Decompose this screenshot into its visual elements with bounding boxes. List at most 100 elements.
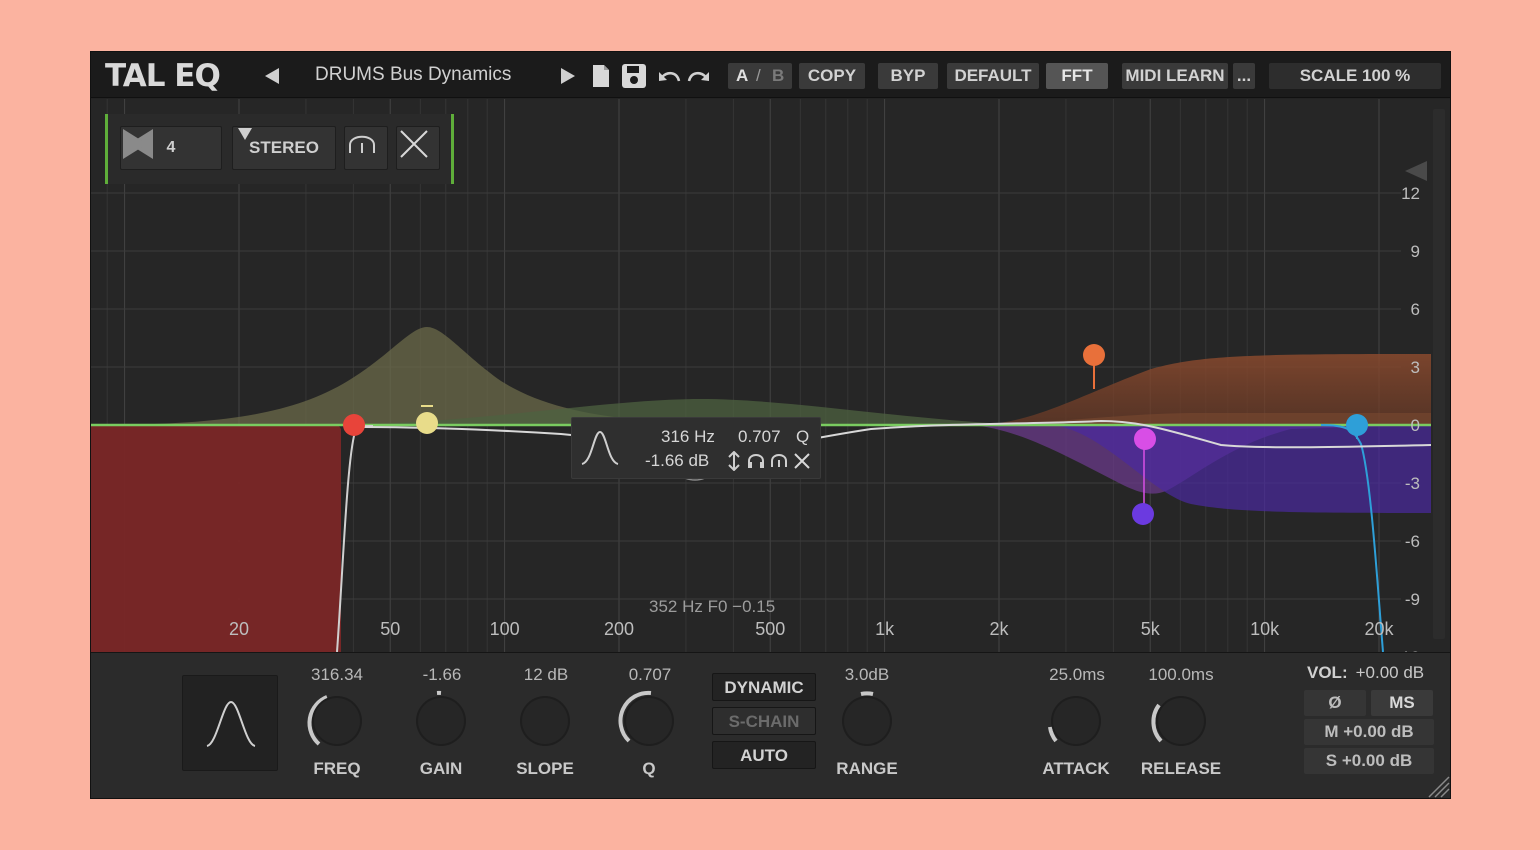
band7-node[interactable]	[1346, 414, 1368, 436]
freq-knob[interactable]	[305, 689, 369, 753]
band1-lowcut-area	[91, 426, 341, 652]
mid-gain-control[interactable]: M +0.00 dB	[1304, 719, 1434, 745]
undo-icon[interactable]	[657, 62, 683, 90]
control-panel: 316.34 FREQ -1.66 GAIN 12 dB SLOPE 0.707…	[91, 652, 1451, 799]
release-value: 100.0ms	[1148, 665, 1214, 684]
band-number: 4	[166, 139, 176, 156]
sidechain-button[interactable]: S-CHAIN	[712, 707, 816, 735]
popup-freq: 316 Hz	[661, 427, 715, 446]
gain-label: GAIN	[419, 759, 463, 778]
graph-scroll-up-icon[interactable]	[1405, 161, 1427, 181]
db-tick-label: 0	[1411, 416, 1420, 435]
db-tick-label: 12	[1401, 184, 1420, 203]
freq-value: 316.34	[311, 665, 363, 684]
filter-type-button[interactable]	[182, 675, 278, 771]
range-value: 3.0dB	[844, 665, 890, 684]
dynamic-button[interactable]: DYNAMIC	[712, 673, 816, 701]
copy-button[interactable]: COPY	[799, 63, 865, 89]
bell-shape-icon	[581, 430, 619, 465]
app-logo: TAL EQ	[105, 58, 221, 94]
vol-label: VOL:	[1307, 663, 1348, 682]
resize-handle-icon[interactable]	[1425, 773, 1451, 799]
attack-knob[interactable]	[1044, 689, 1108, 753]
vertical-arrows-icon[interactable]	[727, 451, 741, 471]
band1-cut-curve	[336, 424, 374, 652]
freq-tick-label: 100	[490, 619, 520, 639]
side-gain-control[interactable]: S +0.00 dB	[1304, 748, 1434, 774]
top-bar: TAL EQ DRUMS Bus Dynamics A / B COPY BYP…	[91, 52, 1450, 98]
ab-toggle[interactable]: A / B	[728, 63, 792, 89]
release-knob[interactable]	[1149, 689, 1213, 753]
db-scrollbar[interactable]	[1433, 109, 1445, 639]
db-tick-label: 3	[1411, 358, 1420, 377]
slope-knob[interactable]	[513, 689, 577, 753]
band5-node[interactable]	[1134, 428, 1156, 450]
freq-tick-label: 500	[755, 619, 785, 639]
band1-node[interactable]	[343, 414, 365, 436]
save-icon[interactable]	[620, 62, 648, 90]
attack-value: 25.0ms	[1049, 665, 1105, 684]
slope-label: SLOPE	[516, 759, 574, 778]
gain-value: -1.66	[422, 665, 462, 684]
band-listen-button[interactable]	[344, 126, 388, 170]
headphones-icon[interactable]	[746, 451, 766, 471]
listen-icon[interactable]	[769, 451, 789, 471]
redo-icon[interactable]	[685, 62, 711, 90]
volume-readout[interactable]: VOL: +0.00 dB	[1307, 663, 1424, 683]
a-label[interactable]: A	[736, 63, 748, 89]
fft-button[interactable]: FFT	[1046, 63, 1108, 89]
popup-gain: -1.66 dB	[645, 451, 710, 470]
next-band-icon[interactable]	[121, 127, 151, 161]
bell-filter-icon	[206, 700, 256, 747]
db-tick-label: 6	[1411, 300, 1420, 319]
band2-node[interactable]	[416, 412, 438, 434]
chevron-down-icon	[238, 128, 252, 140]
freq-tick-label: 20	[229, 619, 249, 639]
channel-mode-select[interactable]: STEREO	[232, 126, 336, 170]
cursor-readout: 352 Hz F0 −0.15	[649, 597, 776, 616]
popup-q-unit: Q	[796, 427, 810, 446]
default-button[interactable]: DEFAULT	[947, 63, 1039, 89]
preset-name[interactable]: DRUMS Bus Dynamics	[315, 64, 511, 86]
band-selector: 4 STEREO	[105, 114, 454, 184]
freq-tick-label: 200	[604, 619, 634, 639]
db-tick-label: -3	[1405, 474, 1420, 493]
freq-tick-label: 2k	[989, 619, 1009, 639]
midi-learn-button[interactable]: MIDI LEARN	[1122, 63, 1228, 89]
close-icon[interactable]	[792, 451, 812, 471]
q-knob[interactable]	[617, 689, 681, 753]
phase-invert-button[interactable]: Ø	[1304, 690, 1366, 716]
band6-node[interactable]	[1132, 503, 1154, 525]
freq-tick-label: 10k	[1250, 619, 1280, 639]
freq-tick-label: 50	[380, 619, 400, 639]
auto-button[interactable]: AUTO	[712, 741, 816, 769]
prev-preset-icon[interactable]	[261, 62, 283, 90]
popup-q: 0.707	[738, 427, 781, 446]
slope-value: 12 dB	[523, 665, 569, 684]
q-value: 0.707	[628, 665, 672, 684]
freq-tick-label: 1k	[875, 619, 895, 639]
more-button[interactable]: ...	[1233, 63, 1255, 89]
ms-button[interactable]: MS	[1371, 690, 1433, 716]
band-number-stepper[interactable]: 4	[120, 126, 222, 170]
freq-label: FREQ	[313, 759, 361, 778]
freq-tick-label: 20k	[1364, 619, 1394, 639]
bypass-button[interactable]: BYP	[878, 63, 938, 89]
range-knob[interactable]	[835, 689, 899, 753]
scale-button[interactable]: SCALE 100 %	[1269, 63, 1441, 89]
band4-node[interactable]	[1083, 344, 1105, 366]
eq-graph[interactable]: 129630-3-6-9-12 20501002005001k2k5k10k20…	[91, 99, 1450, 652]
band-delete-button[interactable]	[396, 126, 440, 170]
next-preset-icon[interactable]	[557, 62, 579, 90]
new-file-icon[interactable]	[589, 62, 613, 90]
q-label: Q	[642, 759, 656, 778]
headphones-icon	[349, 135, 375, 153]
release-label: RELEASE	[1140, 759, 1222, 778]
gain-knob[interactable]	[409, 689, 473, 753]
b-label[interactable]: B	[772, 63, 784, 89]
freq-tick-label: 5k	[1141, 619, 1161, 639]
range-label: RANGE	[836, 759, 898, 778]
db-tick-label: -6	[1405, 532, 1420, 551]
attack-label: ATTACK	[1042, 759, 1110, 778]
channel-mode-label: STEREO	[249, 138, 319, 157]
